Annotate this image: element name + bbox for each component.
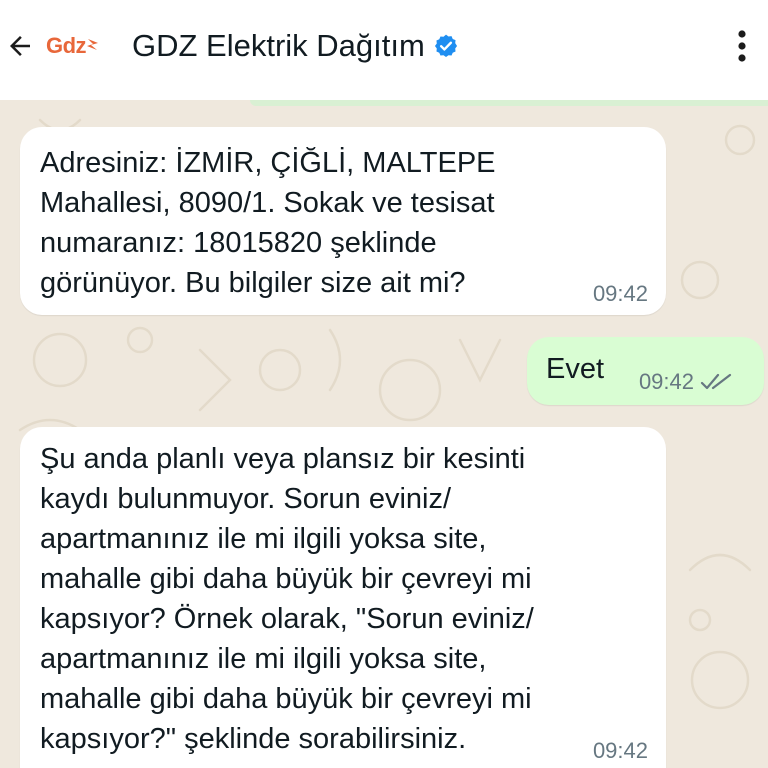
chat-area[interactable]: Adresiniz: İZMİR, ÇİĞLİ, MALTEPE Mahalle… [0,100,768,768]
more-vertical-icon [738,30,746,62]
top-accent-strip [250,100,768,106]
more-options-button[interactable] [730,26,754,66]
outgoing-message[interactable]: Evet 09:42 [527,337,764,405]
back-button[interactable] [2,28,38,64]
verified-badge-icon [433,33,459,59]
message-time: 09:42 [592,281,648,306]
contact-name[interactable]: GDZ Elektrik Dağıtım [132,26,459,66]
contact-avatar-logo[interactable]: Gdz [46,30,100,62]
message-text: Adresiniz: İZMİR, ÇİĞLİ, MALTEPE Mahalle… [40,147,496,299]
message-time: 09:42 [638,369,694,394]
logo-text: Gdz [46,33,87,58]
double-check-icon [700,372,734,392]
message-meta: 09:42 [639,369,734,395]
chat-screen: Gdz GDZ Elektrik Dağıtım Adresiniz: İZMİ… [0,0,768,768]
chat-header: Gdz GDZ Elektrik Dağıtım [0,0,768,100]
message-text: Şu anda planlı veya plansız bir kesinti … [40,443,534,755]
logo-spark-icon [87,39,99,50]
arrow-left-icon [10,36,30,56]
incoming-message[interactable]: Şu anda planlı veya plansız bir kesinti … [20,427,666,768]
message-text: Evet [546,353,605,385]
message-time: 09:42 [592,738,648,763]
contact-name-text: GDZ Elektrik Dağıtım [132,28,425,63]
incoming-message[interactable]: Adresiniz: İZMİR, ÇİĞLİ, MALTEPE Mahalle… [20,127,666,315]
